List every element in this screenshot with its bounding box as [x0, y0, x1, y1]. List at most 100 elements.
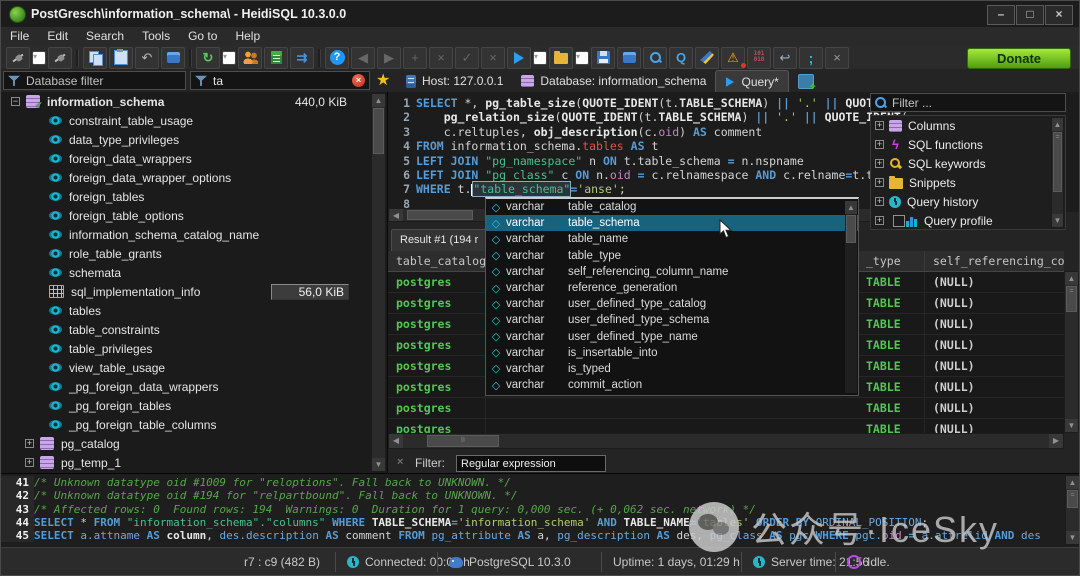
tree-item-foreign_data_wrapper_options[interactable]: foreign_data_wrapper_options	[1, 168, 387, 187]
paste-button[interactable]	[109, 47, 133, 69]
minimize-button[interactable]: –	[987, 5, 1015, 25]
tree-item-foreign_tables[interactable]: foreign_tables	[1, 187, 387, 206]
tree-item-information_schema_catalog_name[interactable]: information_schema_catalog_name	[1, 225, 387, 244]
session-manager-button[interactable]	[161, 47, 185, 69]
tree-item-view_table_usage[interactable]: view_table_usage	[1, 358, 387, 377]
menu-item-tools[interactable]: Tools	[133, 27, 179, 46]
tree-item-data_type_privileges[interactable]: data_type_privileges	[1, 130, 387, 149]
autocomplete-item-table_schema[interactable]: ◇varchartable_schema	[486, 215, 858, 231]
expand-icon[interactable]: +	[875, 159, 884, 168]
copy-button[interactable]	[83, 47, 107, 69]
scroll-left-icon[interactable]: ◀	[389, 434, 403, 448]
autocomplete-item-table_name[interactable]: ◇varchartable_name	[486, 231, 858, 247]
refresh-dropdown-button[interactable]: ▾	[222, 51, 236, 65]
grid-filter-input[interactable]	[456, 455, 606, 472]
expand-icon[interactable]: +	[25, 439, 34, 448]
scroll-down-icon[interactable]: ▼	[372, 458, 385, 471]
scroll-left-icon[interactable]: ◀	[389, 209, 403, 221]
scroll-up-icon[interactable]: ▲	[1052, 118, 1063, 131]
column-header-self_referencing[interactable]: self_referencing_col	[925, 251, 1064, 271]
find-replace-button[interactable]: Q	[669, 47, 693, 69]
tree-item-foreign_table_options[interactable]: foreign_table_options	[1, 206, 387, 225]
undo-button[interactable]: ↶	[135, 47, 159, 69]
load-sql-file-button[interactable]	[549, 47, 573, 69]
menu-item-search[interactable]: Search	[77, 27, 133, 46]
result-tab[interactable]: Result #1 (194 r	[391, 229, 487, 251]
menu-item-help[interactable]: Help	[226, 27, 269, 46]
donate-button[interactable]: Donate	[967, 48, 1071, 69]
find-text-button[interactable]	[643, 47, 667, 69]
helper-item-sql-keywords[interactable]: +SQL keywords	[871, 154, 1065, 173]
autocomplete-item-table_type[interactable]: ◇varchartable_type	[486, 248, 858, 264]
helper-item-columns[interactable]: +Columns	[871, 116, 1065, 135]
previous-result-button[interactable]: ◀	[351, 47, 375, 69]
tree-item-schemata[interactable]: schemata	[1, 263, 387, 282]
helper-item-sql-functions[interactable]: +ϟSQL functions	[871, 135, 1065, 154]
connect-dropdown-button[interactable]: ▾	[32, 51, 46, 65]
tab-database[interactable]: Database: information_schema	[512, 70, 715, 92]
expand-icon[interactable]: +	[875, 178, 884, 187]
binary-view-button[interactable]: 101 010	[747, 47, 771, 69]
refresh-button[interactable]: ↻	[196, 47, 220, 69]
database-filter-input[interactable]	[24, 73, 181, 89]
autocomplete-item-table_catalog[interactable]: ◇varchartable_catalog	[486, 199, 858, 215]
autocomplete-item-is_typed[interactable]: ◇varcharis_typed	[486, 361, 858, 377]
tree-item-table_privileges[interactable]: table_privileges	[1, 339, 387, 358]
insert-row-button[interactable]: +	[403, 47, 427, 69]
table-filter-input[interactable]	[211, 73, 348, 89]
tree-item-role_table_grants[interactable]: role_table_grants	[1, 244, 387, 263]
expand-icon[interactable]: +	[875, 140, 884, 149]
menu-item-edit[interactable]: Edit	[38, 27, 77, 46]
expand-icon[interactable]: +	[875, 197, 884, 206]
tree-item-_pg_foreign_table_columns[interactable]: _pg_foreign_table_columns	[1, 415, 387, 434]
clear-filter-icon[interactable]: ×	[352, 74, 365, 87]
help-button[interactable]: ?	[325, 47, 349, 69]
helper-item-snippets[interactable]: +Snippets	[871, 173, 1065, 192]
post-changes-button[interactable]: ✓	[455, 47, 479, 69]
connect-button[interactable]	[6, 47, 30, 69]
autocomplete-item-reference_generation[interactable]: ◇varcharreference_generation	[486, 280, 858, 296]
tree-item-_pg_foreign_tables[interactable]: _pg_foreign_tables	[1, 396, 387, 415]
dropdown-scrollbar[interactable]: ▲	[845, 201, 857, 393]
save-sql-button[interactable]	[591, 47, 615, 69]
stop-on-errors-button[interactable]: ⚠	[721, 47, 745, 69]
disconnect-button[interactable]	[48, 47, 72, 69]
next-result-button[interactable]: ▶	[377, 47, 401, 69]
autocomplete-item-commit_action[interactable]: ◇varcharcommit_action	[486, 377, 858, 393]
expand-icon[interactable]: +	[25, 458, 34, 467]
scroll-up-icon[interactable]: ▲	[845, 201, 857, 214]
delimiter-button[interactable]: ;	[799, 47, 823, 69]
tab-host[interactable]: Host: 127.0.0.1	[397, 70, 512, 92]
new-query-tab-button[interactable]	[789, 70, 823, 92]
autocomplete-item-self_referencing_column_name[interactable]: ◇varcharself_referencing_column_name	[486, 264, 858, 280]
title-bar[interactable]: PostGresch\information_schema\ - HeidiSQ…	[1, 1, 1079, 27]
tree-item-tables[interactable]: tables	[1, 301, 387, 320]
expand-icon[interactable]: +	[875, 216, 884, 225]
tree-item-information_schema[interactable]: −✓information_schema440,0 KiB	[1, 92, 387, 111]
helper-scrollbar[interactable]: ▲ = ▼	[1051, 117, 1064, 228]
scroll-up-icon[interactable]: ▲	[1065, 272, 1078, 285]
maximize-button[interactable]: □	[1016, 5, 1044, 25]
load-dropdown-button[interactable]: ▾	[575, 51, 589, 65]
table-row[interactable]: postgresTABLE(NULL)	[388, 419, 1064, 433]
helper-filter-input[interactable]	[890, 95, 1061, 111]
tree-item-pg_temp_1[interactable]: +pg_temp_1	[1, 453, 387, 472]
tree-item-constraint_table_usage[interactable]: constraint_table_usage	[1, 111, 387, 130]
menu-item-file[interactable]: File	[1, 27, 38, 46]
autocomplete-item-user_defined_type_schema[interactable]: ◇varcharuser_defined_type_schema	[486, 312, 858, 328]
autocomplete-item-user_defined_type_catalog[interactable]: ◇varcharuser_defined_type_catalog	[486, 296, 858, 312]
helper-item-query-profile[interactable]: +Query profile	[871, 211, 1065, 230]
tree-item-_pg_foreign_data_wrappers[interactable]: _pg_foreign_data_wrappers	[1, 377, 387, 396]
grid-horizontal-scrollbar[interactable]: ◀ II ▶	[388, 433, 1064, 449]
log-scrollbar[interactable]: ▲ = ▼	[1065, 475, 1080, 545]
helper-item-query-history[interactable]: +Query history	[871, 192, 1065, 211]
column-header-table_catalog[interactable]: table_catalog	[388, 251, 486, 271]
tab-query[interactable]: Query*	[715, 70, 788, 93]
scroll-down-icon[interactable]: ▼	[1052, 214, 1063, 227]
filter-clear-icon[interactable]: ×	[397, 456, 403, 468]
export-database-button[interactable]	[264, 47, 288, 69]
tree-item-table_constraints[interactable]: table_constraints	[1, 320, 387, 339]
scroll-down-icon[interactable]: ▼	[1066, 531, 1079, 544]
expand-icon[interactable]: +	[875, 121, 884, 130]
column-header-table_type[interactable]: _type	[858, 251, 925, 271]
